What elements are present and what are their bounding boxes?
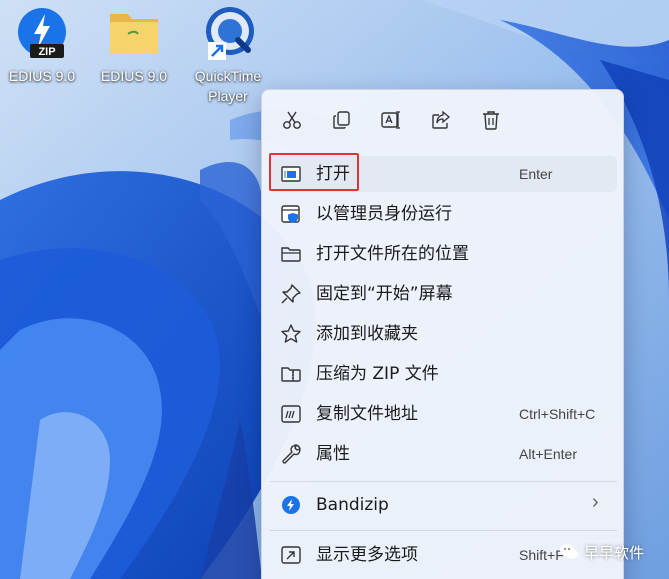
menu-item-add-to-favorites[interactable]: 添加到收藏夹: [270, 316, 617, 352]
folder-icon: [104, 4, 164, 62]
quicktime-icon: [198, 4, 258, 62]
copy-button[interactable]: [327, 105, 357, 135]
desktop-icon-quicktime[interactable]: QuickTime Player: [186, 4, 270, 104]
desktop-icon-label: QuickTime Player: [194, 68, 262, 104]
more-options-icon: [281, 546, 301, 564]
delete-icon: [483, 111, 499, 130]
menu-item-label: 以管理员身份运行: [316, 204, 452, 224]
desktop-icon-edius-zip[interactable]: ZIP EDIUS 9.0: [0, 4, 84, 104]
menu-item-shortcut: Enter: [519, 166, 553, 182]
menu-item-compress-zip[interactable]: 压缩为 ZIP 文件: [270, 356, 617, 392]
zip-folder-icon: [281, 367, 301, 382]
admin-shield-icon: [281, 205, 300, 223]
star-icon: [281, 324, 301, 343]
menu-item-open-file-location[interactable]: 打开文件所在的位置: [270, 236, 617, 272]
watermark: 早早软件: [558, 538, 644, 566]
menu-item-label: 属性: [316, 444, 350, 464]
menu-item-label: 添加到收藏夹: [316, 324, 418, 344]
menu-item-label: Bandizip: [316, 495, 389, 515]
highlight-box: [269, 153, 359, 191]
menu-item-shortcut: Ctrl+Shift+C: [519, 406, 596, 422]
menu-separator: [270, 481, 617, 482]
cut-icon: [283, 111, 301, 129]
watermark-text: 早早软件: [584, 543, 645, 562]
menu-item-bandizip[interactable]: Bandizip ›: [270, 487, 617, 523]
desktop-icon-edius-folder[interactable]: EDIUS 9.0: [92, 4, 176, 104]
menu-item-copy-path[interactable]: 复制文件地址 Ctrl+Shift+C: [270, 396, 617, 432]
menu-separator: [270, 530, 617, 531]
zip-badge-text: ZIP: [38, 46, 55, 58]
menu-item-properties[interactable]: 属性 Alt+Enter: [270, 436, 617, 472]
zip-archive-icon: ZIP: [12, 4, 72, 62]
menu-item-label: 压缩为 ZIP 文件: [316, 364, 439, 384]
pin-icon: [281, 284, 301, 304]
wechat-icon: [560, 544, 578, 559]
menu-item-run-as-admin[interactable]: 以管理员身份运行: [270, 196, 617, 232]
delete-button[interactable]: [476, 105, 506, 135]
cut-button[interactable]: [277, 105, 307, 135]
rename-button[interactable]: [376, 105, 406, 135]
desktop-icon-label: EDIUS 9.0: [100, 68, 168, 84]
bandizip-icon: [282, 496, 300, 514]
context-menu-toolbar: [262, 90, 623, 148]
menu-item-label: 显示更多选项: [316, 545, 418, 565]
menu-item-label: 打开文件所在的位置: [316, 244, 469, 264]
chevron-right-icon: ›: [592, 491, 599, 513]
share-button[interactable]: [426, 105, 456, 135]
rename-icon: [381, 111, 400, 129]
menu-item-shortcut: Alt+Enter: [519, 446, 577, 462]
menu-item-label: 固定到“开始”屏幕: [316, 284, 453, 304]
folder-outline-icon: [281, 247, 301, 262]
copy-path-icon: [281, 405, 301, 423]
copy-icon: [333, 111, 350, 129]
menu-item-pin-to-start[interactable]: 固定到“开始”屏幕: [270, 276, 617, 312]
wrench-icon: [282, 444, 301, 464]
desktop-icon-label: EDIUS 9.0: [8, 68, 76, 84]
menu-item-label: 复制文件地址: [316, 404, 418, 424]
share-icon: [432, 110, 451, 129]
